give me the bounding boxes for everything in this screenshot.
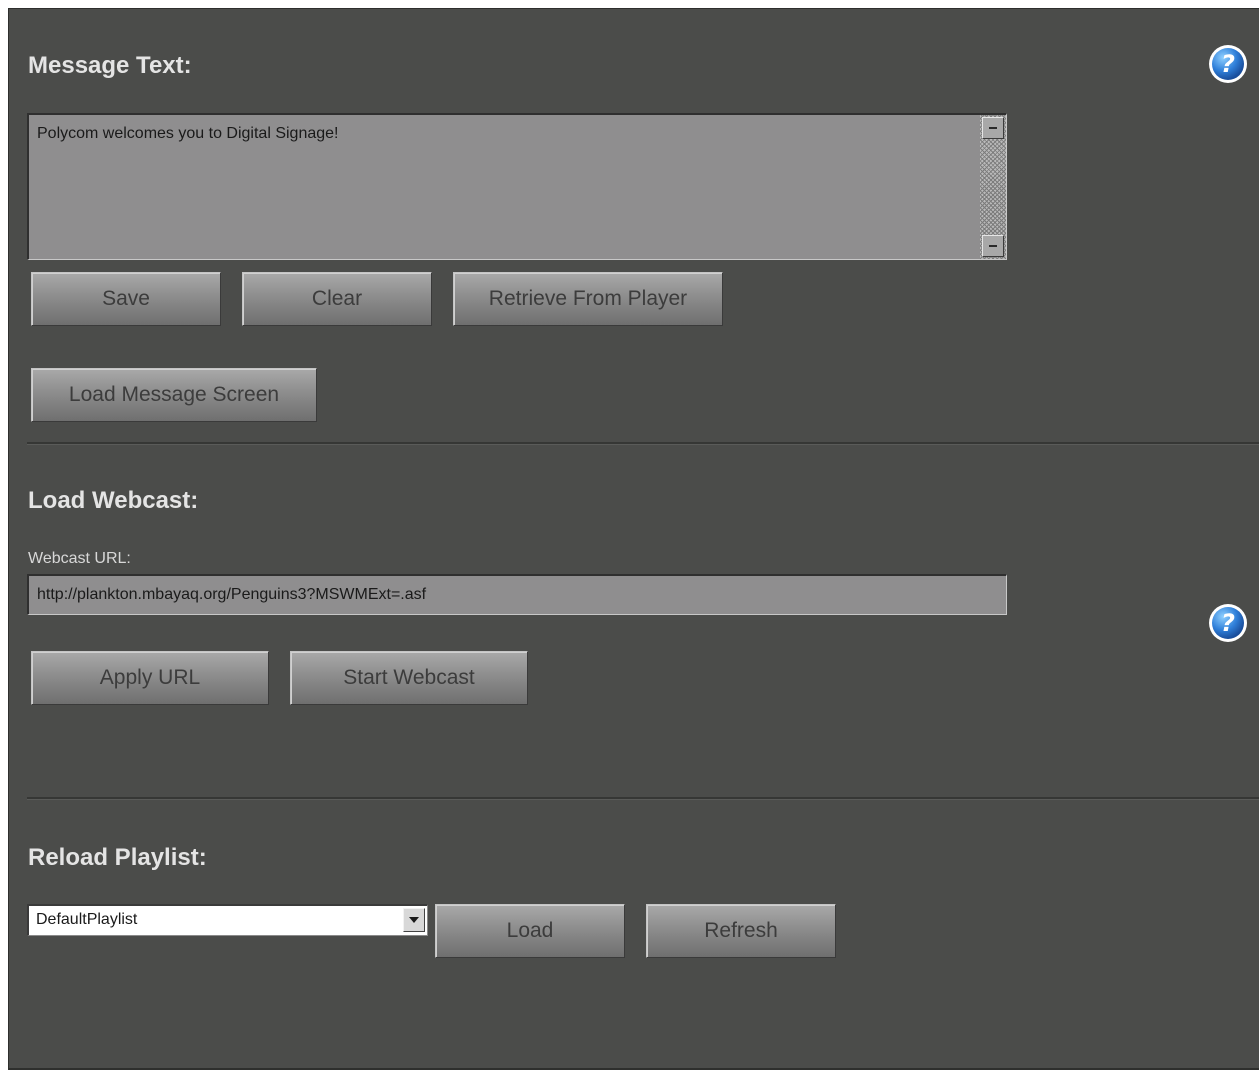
webcast-url-input[interactable]: http://plankton.mbayaq.org/Penguins3?MSW… xyxy=(27,574,1007,615)
start-webcast-button[interactable]: Start Webcast xyxy=(290,651,528,705)
section-divider xyxy=(27,797,1259,800)
reload-playlist-heading: Reload Playlist: xyxy=(28,844,207,871)
message-text-heading: Message Text: xyxy=(28,52,192,79)
load-message-screen-button[interactable]: Load Message Screen xyxy=(31,368,317,422)
webcast-url-value: http://plankton.mbayaq.org/Penguins3?MSW… xyxy=(37,586,427,603)
scroll-up-button[interactable] xyxy=(982,117,1004,139)
help-icon[interactable]: ? xyxy=(1208,44,1248,89)
apply-url-button[interactable]: Apply URL xyxy=(31,651,269,705)
refresh-button[interactable]: Refresh xyxy=(646,904,836,958)
retrieve-from-player-button[interactable]: Retrieve From Player xyxy=(453,272,723,326)
load-webcast-heading: Load Webcast: xyxy=(28,487,199,514)
load-playlist-button[interactable]: Load xyxy=(435,904,625,958)
help-icon[interactable]: ? xyxy=(1208,603,1248,648)
save-button[interactable]: Save xyxy=(31,272,221,326)
chevron-down-icon[interactable] xyxy=(403,908,425,932)
scroll-down-button[interactable] xyxy=(982,235,1004,257)
section-divider xyxy=(27,442,1259,445)
textarea-scrollbar[interactable] xyxy=(980,115,1006,259)
message-textarea[interactable]: Polycom welcomes you to Digital Signage! xyxy=(27,113,1007,260)
webcast-url-label: Webcast URL: xyxy=(28,550,131,567)
playlist-select[interactable]: DefaultPlaylist xyxy=(27,904,428,936)
clear-button[interactable]: Clear xyxy=(242,272,432,326)
svg-text:?: ? xyxy=(1221,50,1235,78)
control-panel: Message Text: ? Polycom welcomes you to … xyxy=(8,8,1259,1070)
playlist-select-value: DefaultPlaylist xyxy=(36,911,138,928)
message-text-value: Polycom welcomes you to Digital Signage! xyxy=(37,125,339,142)
svg-text:?: ? xyxy=(1221,609,1235,637)
